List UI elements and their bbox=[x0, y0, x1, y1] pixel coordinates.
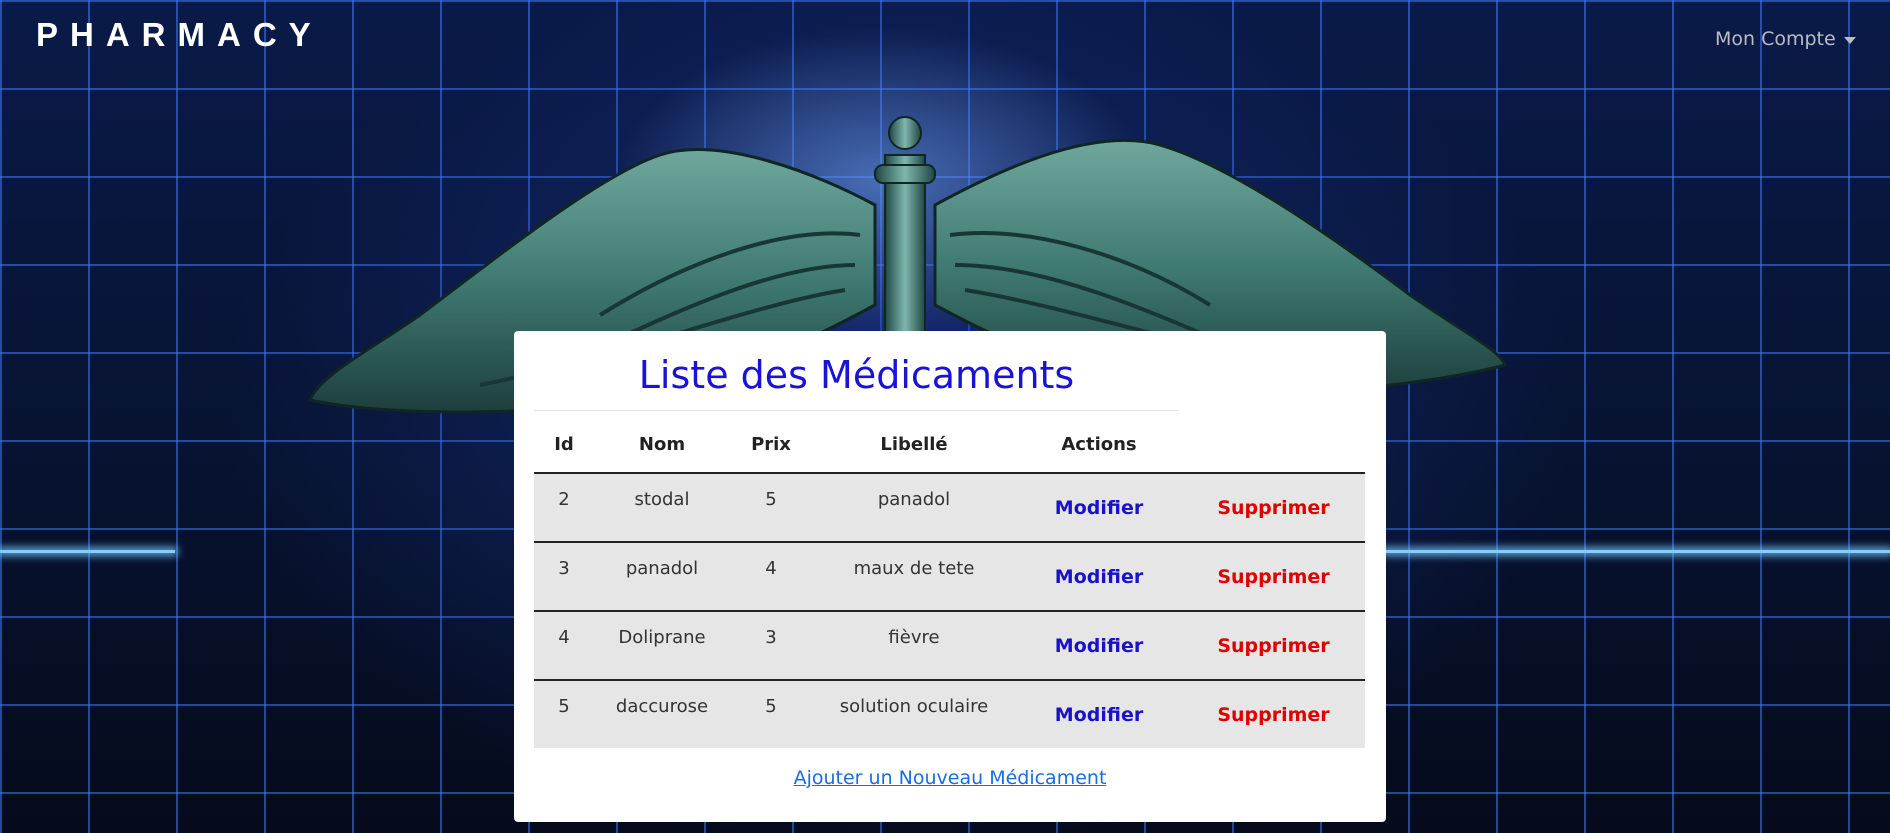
cell-delete: Supprimer bbox=[1182, 542, 1365, 612]
cell-prix: 5 bbox=[765, 696, 777, 717]
cell-delete: Supprimer bbox=[1182, 473, 1365, 543]
delete-button[interactable]: Supprimer bbox=[1217, 704, 1329, 726]
edit-button[interactable]: Modifier bbox=[1055, 635, 1143, 657]
cell-prix: 4 bbox=[730, 542, 812, 612]
add-medication-link[interactable]: Ajouter un Nouveau Médicament bbox=[514, 767, 1386, 789]
cell-libelle: maux de tete bbox=[812, 542, 1016, 612]
table-row: 4 Doliprane 3 fièvre Modifier Supprimer bbox=[534, 611, 1365, 681]
account-menu-button[interactable]: Mon Compte bbox=[1715, 28, 1856, 50]
delete-button[interactable]: Supprimer bbox=[1217, 566, 1329, 588]
cell-prix: 5 bbox=[730, 473, 812, 543]
cell-delete: Supprimer bbox=[1182, 680, 1365, 748]
cell-prix: 3 bbox=[730, 611, 812, 681]
edit-button[interactable]: Modifier bbox=[1055, 566, 1143, 588]
cell-edit: Modifier bbox=[1016, 680, 1182, 748]
medications-table: Id Nom Prix Libellé Actions 2 stodal 5 p… bbox=[534, 416, 1365, 748]
table-row: 5 daccurose 5 solution oculaire Modifier… bbox=[534, 680, 1365, 748]
cell-libelle: panadol bbox=[812, 473, 1016, 543]
column-header-prix: Prix bbox=[730, 416, 812, 474]
page-title: Liste des Médicaments bbox=[638, 353, 1075, 397]
column-header-actions: Actions bbox=[1016, 416, 1182, 474]
edit-button[interactable]: Modifier bbox=[1055, 497, 1143, 519]
cell-id: 4 bbox=[534, 611, 594, 681]
cell-nom: daccurose bbox=[615, 696, 709, 717]
column-header-nom: Nom bbox=[594, 416, 730, 474]
cell-nom: Doliprane bbox=[594, 611, 730, 681]
title-divider bbox=[534, 410, 1179, 411]
edit-button[interactable]: Modifier bbox=[1055, 704, 1143, 726]
column-header-empty bbox=[1182, 416, 1365, 474]
cell-nom: panadol bbox=[594, 542, 730, 612]
table-header-row: Id Nom Prix Libellé Actions bbox=[534, 416, 1365, 474]
table-row: 3 panadol 4 maux de tete Modifier Suppri… bbox=[534, 542, 1365, 612]
account-menu-label: Mon Compte bbox=[1715, 28, 1836, 50]
delete-button[interactable]: Supprimer bbox=[1217, 497, 1329, 519]
background-glow-line-left bbox=[0, 550, 175, 553]
cell-libelle: fièvre bbox=[812, 611, 1016, 681]
cell-id: 2 bbox=[534, 473, 594, 543]
cell-id: 3 bbox=[534, 542, 594, 612]
cell-libelle: solution oculaire bbox=[839, 696, 989, 717]
medications-card: Liste des Médicaments Id Nom Prix Libell… bbox=[514, 331, 1386, 822]
background-glow-line-right bbox=[1385, 550, 1890, 553]
cell-delete: Supprimer bbox=[1182, 611, 1365, 681]
cell-edit: Modifier bbox=[1016, 611, 1182, 681]
cell-edit: Modifier bbox=[1016, 542, 1182, 612]
caret-down-icon bbox=[1843, 36, 1856, 44]
table-row: 2 stodal 5 panadol Modifier Supprimer bbox=[534, 473, 1365, 543]
delete-button[interactable]: Supprimer bbox=[1217, 635, 1329, 657]
brand-logo[interactable]: PHARMACY bbox=[36, 16, 323, 54]
cell-nom: stodal bbox=[594, 473, 730, 543]
column-header-id: Id bbox=[534, 416, 594, 474]
cell-id: 5 bbox=[558, 696, 570, 717]
column-header-libelle: Libellé bbox=[812, 416, 1016, 474]
cell-edit: Modifier bbox=[1016, 473, 1182, 543]
